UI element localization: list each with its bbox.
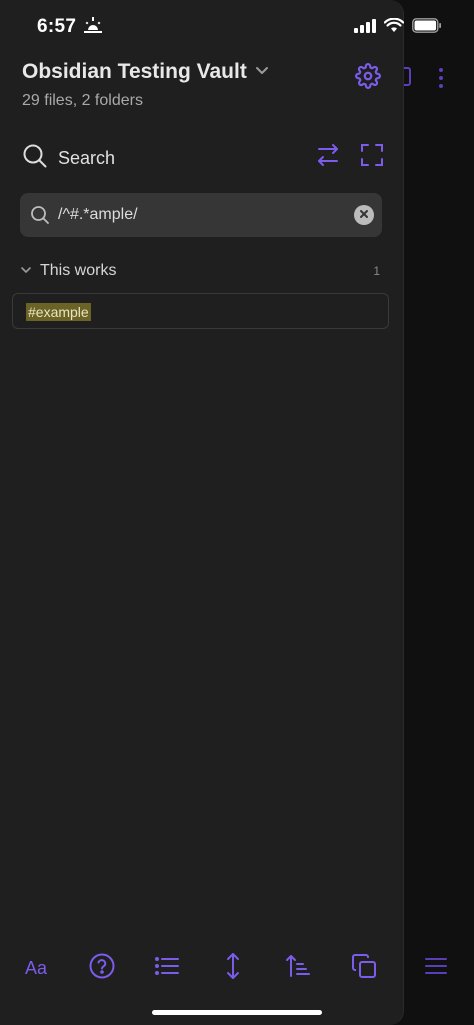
gear-icon (355, 62, 381, 94)
chevron-down-icon (20, 262, 32, 280)
search-box (20, 193, 382, 237)
wifi-icon (383, 17, 405, 38)
vault-name: Obsidian Testing Vault (22, 60, 247, 83)
copy-button[interactable] (348, 952, 380, 984)
list-icon (154, 955, 180, 982)
home-indicator[interactable] (152, 1010, 322, 1015)
left-drawer: Obsidian Testing Vault 29 files, 2 folde… (0, 0, 404, 1025)
search-tools (314, 143, 386, 171)
menu-icon[interactable] (424, 956, 448, 981)
result-file-title: This works (40, 262, 117, 279)
font-label: Aa (24, 957, 48, 978)
signal-icon (354, 18, 376, 38)
bottom-toolbar: Aa (20, 952, 380, 984)
vertical-arrows-icon (225, 952, 241, 985)
fullscreen-icon (360, 143, 384, 172)
expand-collapse-button[interactable] (217, 952, 249, 984)
clear-search-button[interactable] (354, 205, 374, 225)
text-format-button[interactable]: Aa (20, 952, 52, 984)
search-panel-header: Search (22, 143, 115, 174)
expand-button[interactable] (358, 143, 386, 171)
help-button[interactable] (86, 952, 118, 984)
result-count: 1 (373, 264, 380, 278)
match-highlight: #example (26, 303, 91, 321)
list-button[interactable] (151, 952, 183, 984)
search-input[interactable] (58, 193, 348, 237)
status-right (354, 17, 442, 38)
more-options-icon[interactable] (437, 66, 445, 95)
swap-button[interactable] (314, 143, 342, 171)
result-group-header[interactable]: This works 1 (20, 262, 382, 280)
close-icon (359, 206, 369, 224)
sort-icon (285, 954, 311, 983)
battery-icon (412, 18, 442, 38)
app-screen: Obsidian Testing Vault 29 files, 2 folde… (0, 0, 474, 1025)
chevron-down-icon (255, 63, 269, 81)
vault-stats: 29 files, 2 folders (22, 92, 143, 109)
copy-icon (351, 953, 377, 984)
search-panel-title: Search (58, 148, 116, 168)
sort-button[interactable] (282, 952, 314, 984)
swap-arrows-icon (315, 143, 341, 172)
status-time: 6:57 (37, 16, 77, 37)
search-input-icon (30, 205, 50, 230)
vault-switcher[interactable]: Obsidian Testing Vault (22, 60, 269, 84)
status-bar: 6:57 (0, 0, 474, 54)
help-circle-icon (88, 952, 116, 985)
search-icon (22, 143, 48, 174)
focus-mode-icon (84, 17, 102, 40)
result-match[interactable]: #example (12, 293, 389, 329)
settings-button[interactable] (352, 62, 384, 94)
